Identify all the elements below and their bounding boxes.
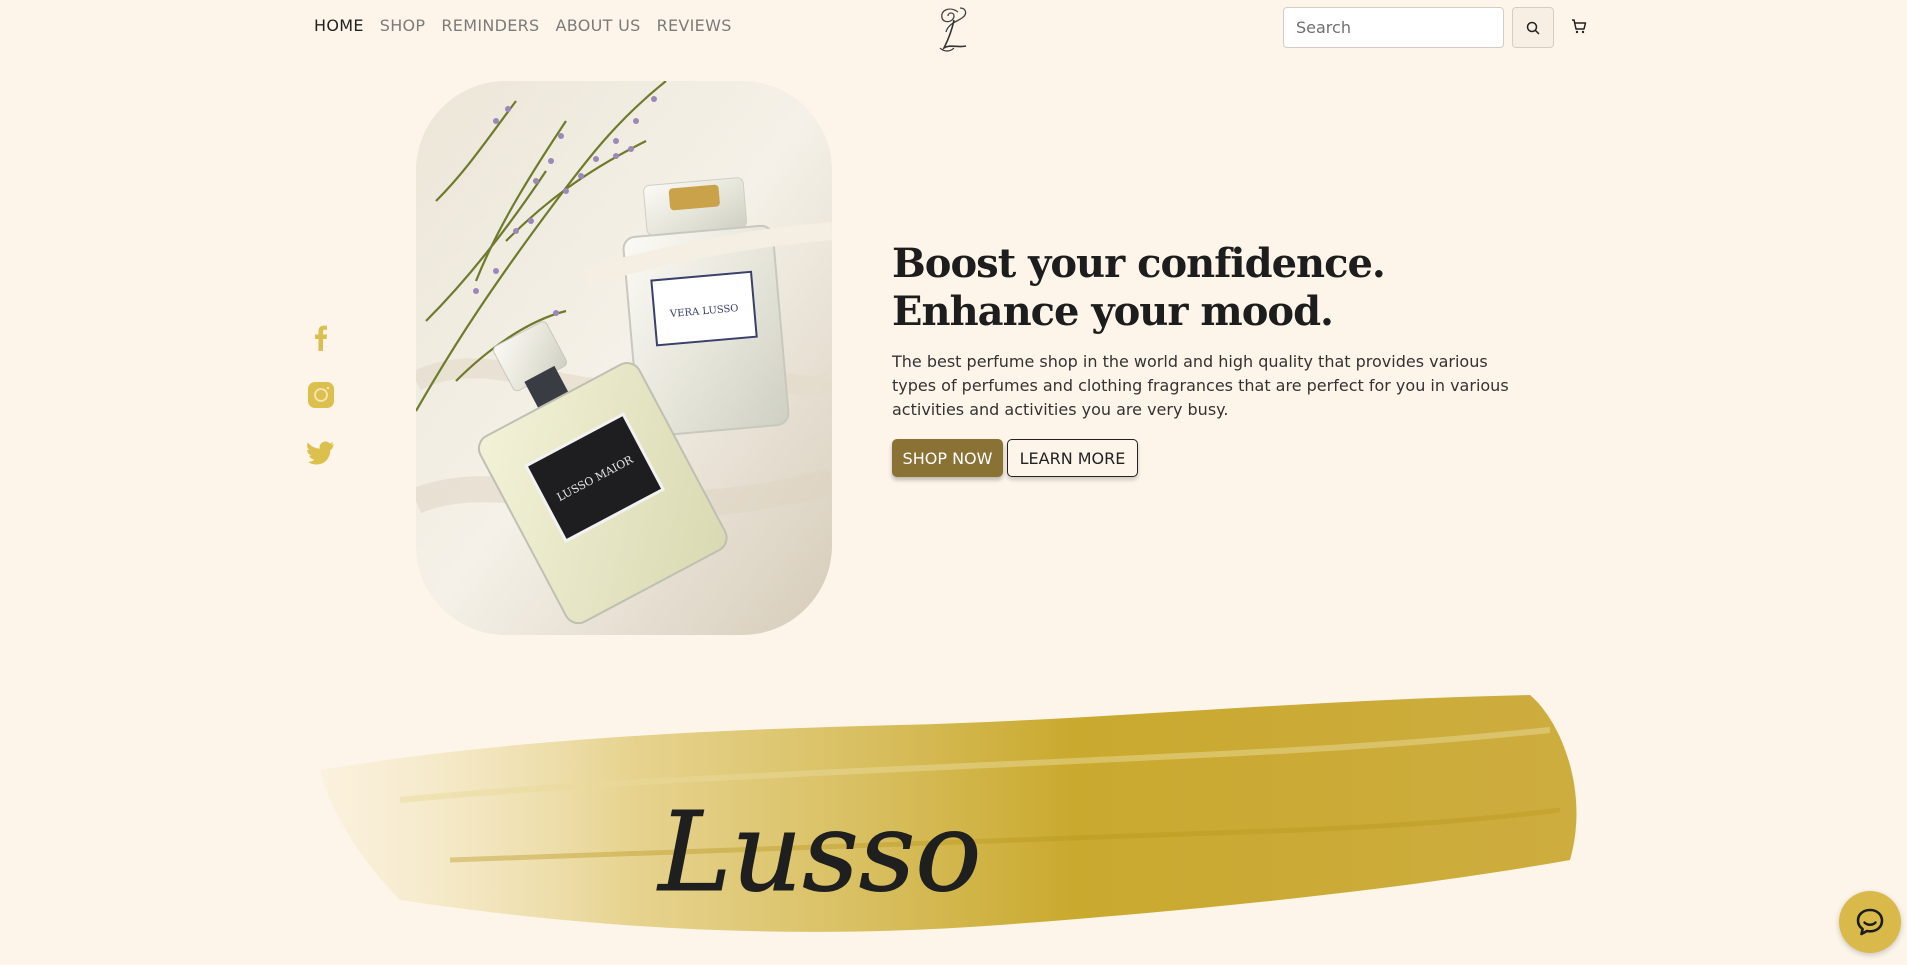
lusso-script-text: Lusso xyxy=(656,788,981,916)
hero-product-image: VERA LUSSO LUSSO MAIOR xyxy=(416,81,832,635)
twitter-icon xyxy=(307,441,334,465)
search-icon xyxy=(1526,21,1540,35)
nav-reviews[interactable]: REVIEWS xyxy=(657,16,732,35)
twitter-link[interactable] xyxy=(306,438,336,468)
shop-now-button[interactable]: SHOP NOW xyxy=(892,439,1003,477)
hero-description: The best perfume shop in the world and h… xyxy=(892,352,1509,419)
cart-button[interactable] xyxy=(1568,15,1590,37)
lusso-brush-banner: Lusso xyxy=(300,660,1590,965)
nav-reminders[interactable]: REMINDERS xyxy=(441,16,539,35)
chat-icon xyxy=(1856,908,1884,936)
search-input[interactable] xyxy=(1283,7,1504,48)
nav-shop[interactable]: SHOP xyxy=(380,16,426,35)
cart-icon xyxy=(1572,19,1587,34)
search-button[interactable] xyxy=(1512,7,1554,48)
headline-line-1: Boost your confidence. xyxy=(892,240,1386,287)
instagram-link[interactable] xyxy=(306,380,336,410)
page: HOME SHOP REMINDERS ABOUT US REVIEWS Sea… xyxy=(0,0,1907,965)
chat-button[interactable] xyxy=(1839,891,1901,953)
headline-line-2: Enhance your mood. xyxy=(892,288,1334,335)
facebook-link[interactable] xyxy=(306,323,336,353)
hero-headline: Boost your confidence. Enhance your mood… xyxy=(892,240,1452,336)
main-nav: HOME SHOP REMINDERS ABOUT US REVIEWS xyxy=(314,16,732,35)
facebook-icon xyxy=(315,325,327,351)
monogram-logo-icon[interactable] xyxy=(928,2,978,54)
learn-more-button[interactable]: LEARN MORE xyxy=(1007,439,1138,477)
instagram-icon xyxy=(308,382,334,408)
nav-about-us[interactable]: ABOUT US xyxy=(556,16,641,35)
nav-home[interactable]: HOME xyxy=(314,16,364,35)
